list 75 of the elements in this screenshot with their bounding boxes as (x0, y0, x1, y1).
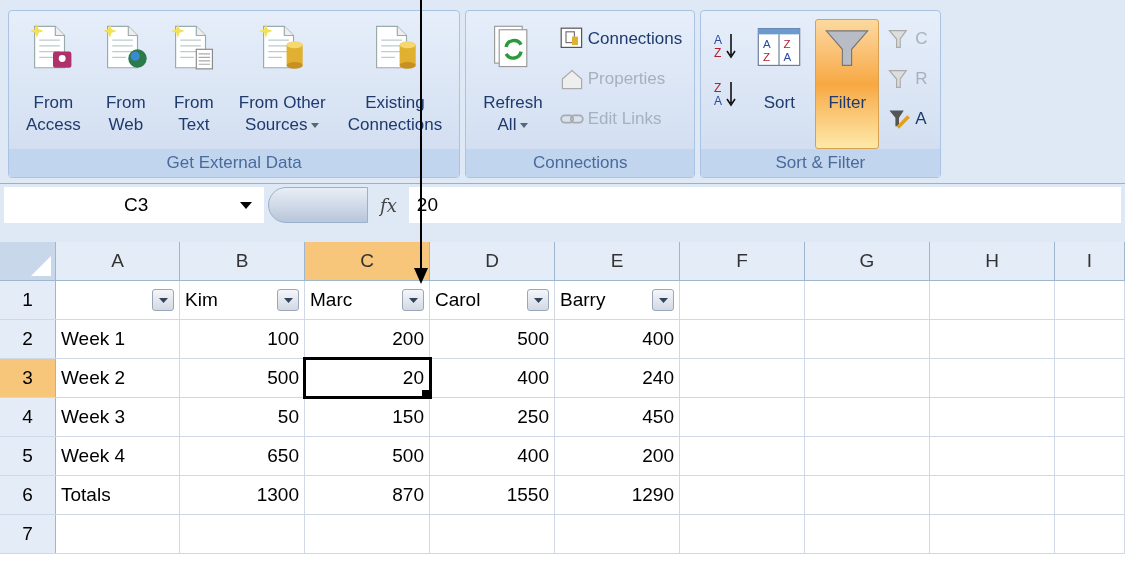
ribbon-small-button[interactable]: Connections (555, 19, 687, 59)
table-cell[interactable]: 500 (430, 320, 555, 358)
document-globe-icon (102, 24, 149, 70)
column-header[interactable]: E (555, 242, 680, 280)
column-header[interactable]: F (680, 242, 805, 280)
table-cell[interactable]: 400 (430, 437, 555, 475)
table-cell[interactable]: 400 (555, 320, 680, 358)
filter-dropdown-button[interactable] (402, 289, 424, 311)
row-header[interactable]: 2 (0, 320, 56, 358)
name-box[interactable]: C3 (4, 187, 264, 223)
row-header[interactable]: 4 (0, 398, 56, 436)
caret-icon (158, 297, 168, 303)
table-cell[interactable]: 500 (180, 359, 305, 397)
ribbon-button[interactable]: Refresh All (474, 19, 552, 149)
table-cell[interactable]: 150 (305, 398, 430, 436)
column-title: Marc (310, 287, 353, 312)
caret-icon (240, 201, 252, 209)
ribbon-button[interactable]: From Other Sources (229, 19, 335, 149)
column-title: Barry (560, 287, 606, 312)
filter-dropdown-button[interactable] (277, 289, 299, 311)
ribbon-button[interactable]: From Access (17, 19, 90, 149)
connections-icon (559, 27, 584, 51)
table-cell[interactable]: 50 (180, 398, 305, 436)
table-cell[interactable]: 250 (430, 398, 555, 436)
ribbon-button[interactable]: Filter (815, 19, 880, 149)
caret-icon (283, 297, 293, 303)
row-header[interactable]: 6 (0, 476, 56, 514)
table-cell[interactable]: 1300 (180, 476, 305, 514)
table-cell[interactable]: 240 (555, 359, 680, 397)
group-label: Sort & Filter (775, 152, 866, 175)
table-cell[interactable]: Week 1 (56, 320, 180, 358)
table-cell[interactable]: 200 (305, 320, 430, 358)
table-cell[interactable]: 400 (430, 359, 555, 397)
table-cell[interactable]: 1550 (430, 476, 555, 514)
table-cell[interactable]: 100 (180, 320, 305, 358)
ribbon-button[interactable]: A Z Z A Sort (747, 19, 812, 149)
column-title: Carol (435, 287, 481, 312)
table-cell[interactable]: 200 (555, 437, 680, 475)
group-label: Get External Data (166, 152, 302, 175)
column-header[interactable]: A (56, 242, 180, 280)
ribbon-button[interactable]: From Web (93, 19, 158, 149)
row-header[interactable]: 5 (0, 437, 56, 475)
group-label: Connections (533, 152, 628, 175)
caret-icon (408, 297, 418, 303)
document-database-icon (259, 24, 306, 70)
filter-dropdown-button[interactable] (152, 289, 174, 311)
row-header[interactable]: 7 (0, 515, 56, 553)
table-cell[interactable]: 500 (305, 437, 430, 475)
caret-icon (533, 297, 543, 303)
function-button[interactable]: fx (372, 187, 405, 223)
splitter-handle[interactable] (268, 187, 368, 223)
caret-icon (658, 297, 668, 303)
table-cell[interactable]: 870 (305, 476, 430, 514)
table-cell[interactable]: 650 (180, 437, 305, 475)
ribbon-small-button[interactable]: A (883, 99, 932, 139)
table-cell[interactable]: 1290 (555, 476, 680, 514)
fill-handle[interactable] (422, 390, 429, 397)
table-cell[interactable]: 20 (305, 359, 430, 397)
column-header[interactable]: C (305, 242, 430, 280)
table-cell[interactable]: Week 4 (56, 437, 180, 475)
filter-dropdown-button[interactable] (527, 289, 549, 311)
table-cell[interactable]: 450 (555, 398, 680, 436)
triangle-icon (31, 256, 51, 276)
column-header[interactable]: D (430, 242, 555, 280)
table-cell[interactable]: Week 2 (56, 359, 180, 397)
column-header[interactable]: H (930, 242, 1055, 280)
filter-dropdown-button[interactable] (652, 289, 674, 311)
table-cell[interactable]: Week 3 (56, 398, 180, 436)
row-header[interactable]: 1 (0, 281, 56, 319)
column-title: Kim (185, 287, 218, 312)
table-cell[interactable]: Totals (56, 476, 180, 514)
ribbon-button[interactable]: From Text (161, 19, 226, 149)
column-header[interactable]: I (1055, 242, 1125, 280)
row-header[interactable]: 3 (0, 359, 56, 397)
column-header[interactable]: G (805, 242, 930, 280)
